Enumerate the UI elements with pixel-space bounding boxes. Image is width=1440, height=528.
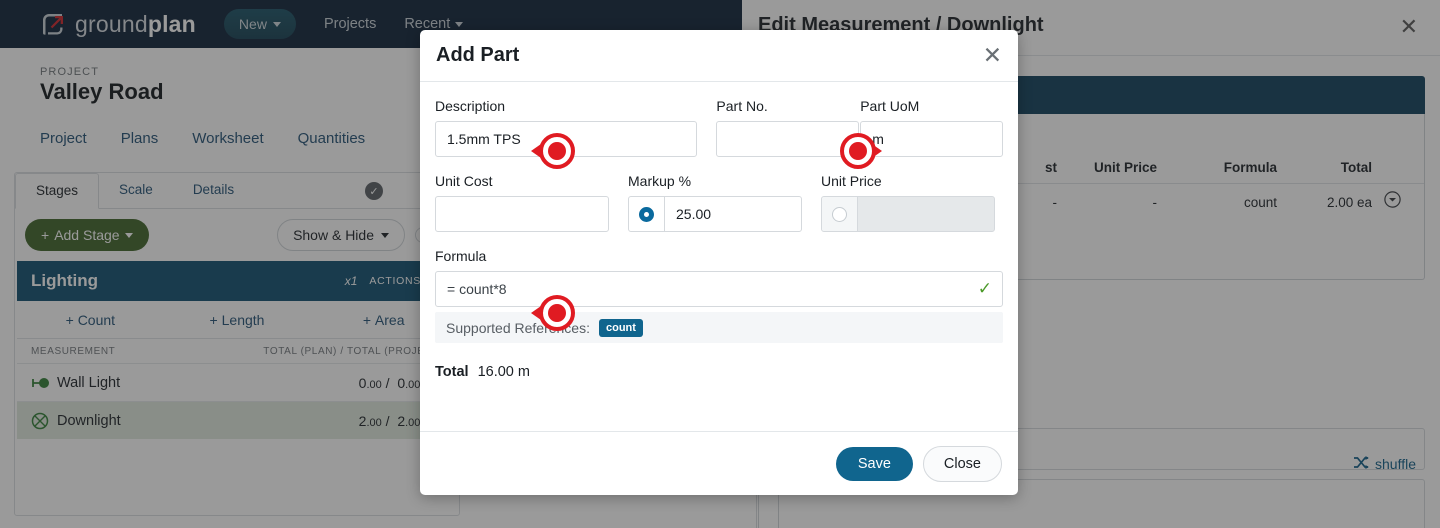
- unit-price-radio-cell[interactable]: [822, 197, 858, 231]
- close-button[interactable]: Close: [922, 445, 1002, 482]
- formula-value: = count*8: [447, 281, 507, 297]
- row-pricing: Unit Cost Markup % 25.00 Unit Price: [435, 173, 1003, 232]
- unit-cost-label: Unit Cost: [435, 173, 493, 189]
- total-label: Total: [435, 364, 469, 380]
- dialog-footer: Save Close: [420, 431, 1018, 495]
- app-root: groundplan New Projects Recent PROJECT V…: [0, 0, 1440, 528]
- unit-price-group: Unit Price: [821, 173, 995, 232]
- total-value: 16.00 m: [477, 364, 530, 380]
- part-uom-label: Part UoM: [860, 98, 920, 114]
- save-button[interactable]: Save: [835, 446, 913, 481]
- part-uom-input[interactable]: m: [860, 121, 1003, 157]
- part-no-input[interactable]: [716, 121, 860, 157]
- dialog-header: Add Part ✕: [420, 30, 1018, 82]
- unit-cost-input[interactable]: [435, 196, 609, 232]
- part-no-label: Part No.: [716, 98, 768, 114]
- markup-radio-cell[interactable]: [629, 197, 665, 231]
- markup-radio-selected[interactable]: [639, 206, 654, 222]
- total-row: Total 16.00 m: [435, 364, 1003, 397]
- formula-wrapper: = count*8 ✓: [435, 271, 1003, 307]
- markup-input-group[interactable]: 25.00: [628, 196, 802, 232]
- add-part-dialog: Add Part ✕ Description 1.5mm TPS Part No…: [420, 30, 1018, 495]
- markup-value[interactable]: 25.00: [665, 197, 801, 231]
- unit-price-radio-unselected[interactable]: [832, 206, 847, 222]
- row-formula: Formula = count*8 ✓ Supported References…: [435, 248, 1003, 343]
- description-input[interactable]: 1.5mm TPS: [435, 121, 698, 157]
- description-label: Description: [435, 98, 506, 114]
- markup-label: Markup %: [628, 173, 692, 189]
- supported-references-bar: Supported References: count: [435, 312, 1003, 343]
- unit-price-input-group[interactable]: [821, 196, 995, 232]
- checkmark-icon: ✓: [977, 279, 992, 298]
- description-group: Description 1.5mm TPS: [435, 98, 698, 157]
- part-uom-value: m: [872, 131, 884, 147]
- part-no-group: Part No.: [716, 98, 860, 157]
- dialog-body: Description 1.5mm TPS Part No. Part UoM …: [420, 82, 1018, 397]
- close-icon[interactable]: ✕: [983, 44, 1002, 67]
- unit-price-value: [858, 197, 994, 231]
- formula-label: Formula: [435, 248, 487, 264]
- supported-references-label: Supported References:: [446, 319, 590, 336]
- unit-price-label: Unit Price: [821, 173, 882, 189]
- description-value: 1.5mm TPS: [447, 131, 521, 147]
- formula-input[interactable]: = count*8: [435, 271, 1003, 307]
- markup-group: Markup % 25.00: [628, 173, 802, 232]
- reference-chip-count[interactable]: count: [598, 318, 643, 337]
- dialog-title: Add Part: [436, 44, 520, 66]
- part-uom-group: Part UoM m: [860, 98, 1003, 157]
- unit-cost-group: Unit Cost: [435, 173, 609, 232]
- row-description: Description 1.5mm TPS Part No. Part UoM …: [435, 98, 1003, 157]
